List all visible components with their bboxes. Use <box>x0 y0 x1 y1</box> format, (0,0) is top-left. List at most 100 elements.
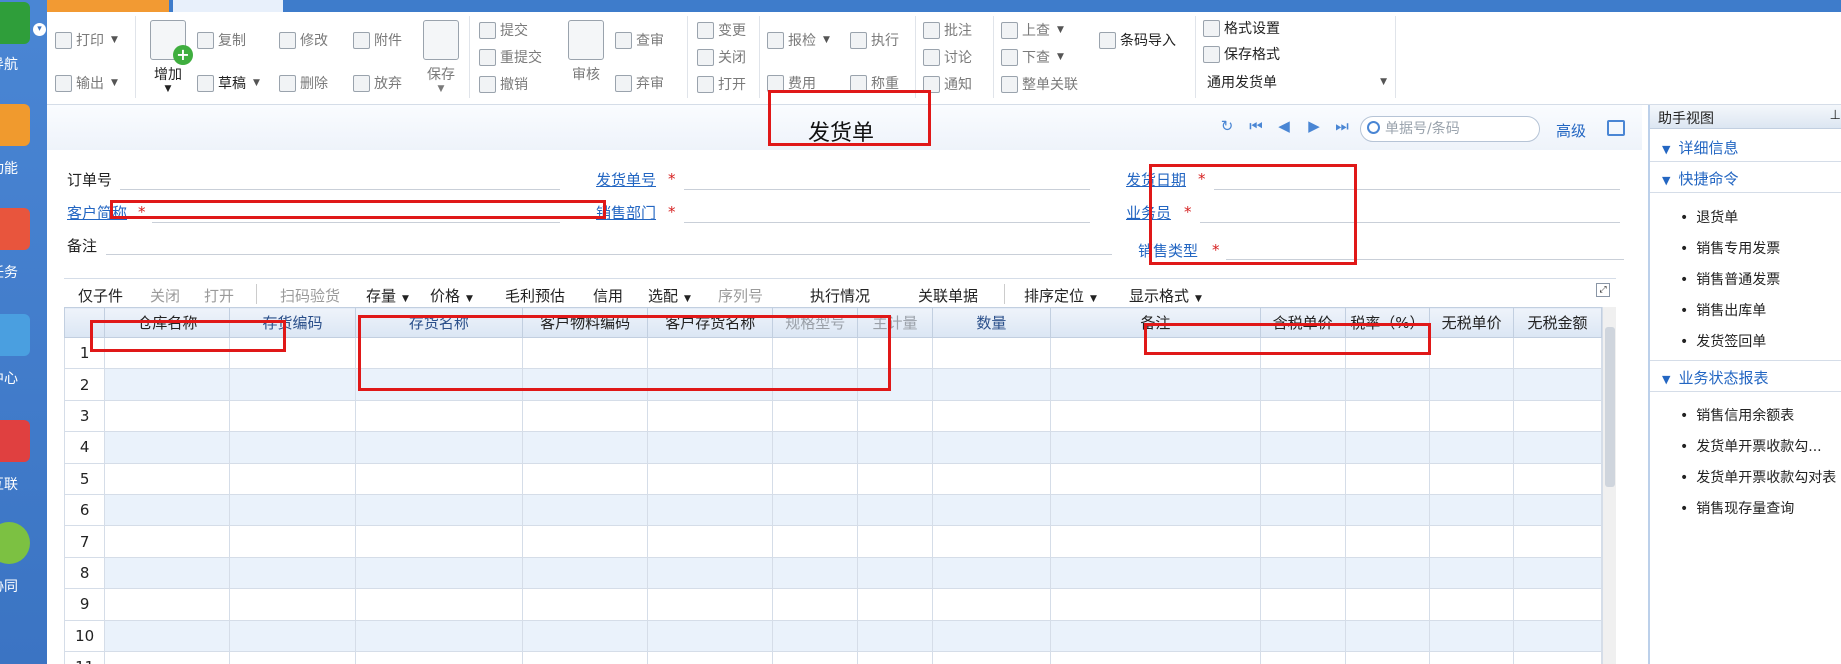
grid-cell[interactable] <box>931 336 1051 370</box>
down-query-button[interactable]: 下查 ▼ <box>1001 47 1064 67</box>
grid-cell[interactable] <box>104 399 231 433</box>
grid-cell[interactable] <box>1429 368 1515 401</box>
quick-command-item[interactable]: 发货签回单 <box>1680 331 1766 351</box>
format-settings-button[interactable]: 格式设置 <box>1203 18 1280 38</box>
grid-cell[interactable] <box>229 556 356 590</box>
grid-cell[interactable] <box>1344 399 1431 433</box>
grid-cell[interactable] <box>1429 431 1515 464</box>
table-row[interactable]: 5 <box>63 462 1602 495</box>
grid-cell[interactable] <box>1049 493 1261 527</box>
scan-inspect-button[interactable]: 扫码验货 <box>280 285 340 306</box>
grid-cell[interactable] <box>1259 368 1346 401</box>
grid-cell[interactable] <box>772 399 859 433</box>
grid-cell[interactable] <box>104 588 231 621</box>
nav-item-collaboration[interactable]: 协同 <box>0 522 47 612</box>
grid-cell[interactable] <box>857 399 933 433</box>
draft-button[interactable]: 草稿 ▼ <box>197 73 260 93</box>
grid-cell[interactable] <box>1259 556 1346 590</box>
grid-cell[interactable] <box>931 399 1051 433</box>
grid-cell[interactable] <box>647 650 774 664</box>
grid-cell[interactable] <box>104 619 231 652</box>
grid-cell[interactable] <box>229 462 356 495</box>
grid-cell[interactable] <box>1429 399 1515 433</box>
grid-cell[interactable] <box>931 588 1051 621</box>
quick-command-item[interactable]: 销售出库单 <box>1680 300 1766 320</box>
grid-cell[interactable] <box>857 619 933 652</box>
grid-cell[interactable] <box>772 431 859 464</box>
table-row[interactable]: 3 <box>63 399 1602 433</box>
nav-item-functions[interactable]: 功能 <box>0 104 47 194</box>
grid-cell[interactable] <box>1344 368 1431 401</box>
customer-input[interactable] <box>152 222 560 223</box>
delete-button[interactable]: 删除 <box>279 73 328 93</box>
credit-button[interactable]: 信用 <box>593 285 623 306</box>
grid-cell[interactable] <box>1513 588 1602 621</box>
grid-cell[interactable] <box>857 431 933 464</box>
save-format-button[interactable]: 保存格式 <box>1203 44 1280 64</box>
first-record-icon[interactable]: ⏮ <box>1248 118 1264 134</box>
section-quick-commands[interactable]: ▼ 快捷命令 <box>1662 168 1738 189</box>
report-item[interactable]: 发货单开票收款勾... <box>1680 436 1821 456</box>
grid-cell[interactable] <box>1513 399 1602 433</box>
grid-cell[interactable] <box>1344 556 1431 590</box>
table-row[interactable]: 10 <box>63 619 1602 652</box>
grid-cell[interactable] <box>1259 650 1346 664</box>
grid-cell[interactable] <box>522 493 649 527</box>
resubmit-button[interactable]: 重提交 <box>479 47 542 67</box>
gross-profit-button[interactable]: 毛利预估 <box>505 285 565 306</box>
grid-open-button[interactable]: 打开 <box>204 285 234 306</box>
table-row[interactable]: 4 <box>63 431 1602 464</box>
tab-desktop[interactable] <box>47 0 169 12</box>
grid-cell[interactable] <box>104 493 231 527</box>
grid-cell[interactable] <box>1049 462 1261 495</box>
grid-cell[interactable] <box>1513 619 1602 652</box>
review-button[interactable]: 查审 <box>615 30 664 50</box>
grid-cell[interactable] <box>857 588 933 621</box>
grid-cell[interactable] <box>104 525 231 558</box>
grid-cell[interactable] <box>1259 399 1346 433</box>
grid-cell[interactable] <box>857 556 933 590</box>
last-record-icon[interactable]: ⏭ <box>1334 118 1350 134</box>
grid-cell[interactable] <box>1513 368 1602 401</box>
section-business-reports[interactable]: ▼ 业务状态报表 <box>1662 367 1768 388</box>
grid-cell[interactable] <box>522 399 649 433</box>
grid-cell[interactable] <box>931 525 1051 558</box>
grid-cell[interactable] <box>354 462 524 495</box>
grid-cell[interactable] <box>857 493 933 527</box>
grid-cell[interactable] <box>1513 431 1602 464</box>
grid-cell[interactable] <box>772 619 859 652</box>
annotate-button[interactable]: 批注 <box>923 20 972 40</box>
grid-cell[interactable] <box>772 462 859 495</box>
grid-cell[interactable] <box>1513 336 1602 370</box>
refresh-icon[interactable]: ↻ <box>1219 118 1235 134</box>
grid-cell[interactable] <box>1049 431 1261 464</box>
column-header[interactable]: 无税金额 <box>1513 307 1602 338</box>
grid-cell[interactable] <box>522 588 649 621</box>
grid-cell[interactable] <box>1344 588 1431 621</box>
advanced-search-link[interactable]: 高级 <box>1556 120 1586 141</box>
column-header[interactable]: 无税单价 <box>1429 307 1515 338</box>
grid-cell[interactable] <box>647 588 774 621</box>
grid-cell[interactable] <box>1429 462 1515 495</box>
grid-cell[interactable] <box>1259 588 1346 621</box>
grid-cell[interactable] <box>647 462 774 495</box>
grid-cell[interactable] <box>1344 493 1431 527</box>
grid-cell[interactable] <box>104 431 231 464</box>
grid-cell[interactable] <box>931 431 1051 464</box>
grid-cell[interactable] <box>647 493 774 527</box>
grid-close-button[interactable]: 关闭 <box>150 285 180 306</box>
grid-cell[interactable] <box>931 462 1051 495</box>
grid-cell[interactable] <box>354 431 524 464</box>
grid-cell[interactable] <box>1513 650 1602 664</box>
grid-cell[interactable] <box>1049 619 1261 652</box>
grid-cell[interactable] <box>1344 650 1431 664</box>
exec-status-button[interactable]: 执行情况 <box>810 285 870 306</box>
grid-cell[interactable] <box>104 462 231 495</box>
grid-cell[interactable] <box>522 619 649 652</box>
modify-button[interactable]: 修改 <box>279 30 328 50</box>
nav-item-navigation[interactable]: 导航 <box>0 0 47 90</box>
grid-cell[interactable] <box>522 556 649 590</box>
copy-button[interactable]: 复制 <box>197 30 246 50</box>
grid-cell[interactable] <box>1429 650 1515 664</box>
grid-cell[interactable] <box>1429 556 1515 590</box>
